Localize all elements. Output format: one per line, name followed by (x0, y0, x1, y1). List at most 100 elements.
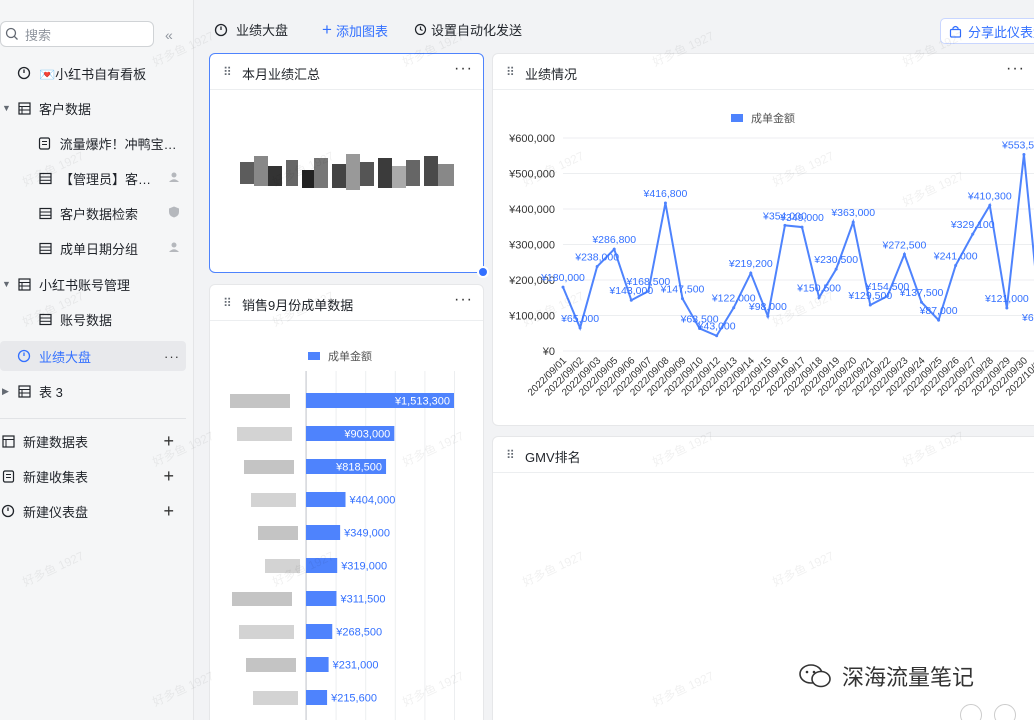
collapse-sidebar-icon[interactable]: « (165, 27, 173, 43)
data-point (578, 326, 582, 330)
blurred-category (265, 559, 300, 573)
table-icon (16, 383, 32, 399)
plus-icon[interactable]: + (163, 466, 174, 487)
card-title: 业绩情况 (525, 67, 578, 82)
y-tick-label: ¥400,000 (508, 204, 555, 216)
drag-handle-icon[interactable]: ⠿ (506, 448, 515, 462)
drag-handle-icon[interactable]: ⠿ (223, 296, 232, 310)
share-dashboard-button[interactable]: 分享此仪表盘 (940, 18, 1034, 44)
user-icon (168, 171, 180, 186)
auto-send-label: 设置自动化发送 (431, 23, 523, 38)
add-chart-button[interactable]: + 添加图表 (322, 20, 388, 40)
card-header: ⠿ 本月业绩汇总 ··· (210, 54, 483, 90)
new-table-button[interactable]: 新建数据表 + (0, 426, 186, 456)
sidebar-item-admin-customer[interactable]: 【管理员】客户… (0, 163, 186, 193)
sept-orders-card[interactable]: ⠿ 销售9月份成单数据 ··· 成单金额 ¥1,513,300 ¥903,000 ¥… (209, 284, 484, 720)
data-point (988, 203, 992, 207)
bar (306, 525, 341, 540)
floating-tools (960, 704, 1016, 720)
sept-bar-chart: ¥1,513,300 ¥903,000 ¥818,500 ¥404,000 ¥349,0… (230, 371, 455, 720)
y-tick-label: ¥300,000 (508, 240, 555, 252)
bar-value-label: ¥404,000 (349, 495, 396, 507)
sidebar-item-xhs-board[interactable]: 💌小红书自有看板 (0, 58, 186, 88)
sidebar-item-performance-board[interactable]: 业绩大盘 ··· (0, 341, 186, 371)
data-point (1022, 153, 1026, 157)
data-point (902, 252, 906, 256)
sidebar: 搜索 « 💌小红书自有看板 ▼ 客户数据 流量爆炸！冲鸭宝子们 【管理员】客户…… (0, 0, 194, 720)
dashboard-icon (214, 23, 228, 36)
data-label: ¥68,000 (1021, 312, 1034, 324)
help-icon[interactable] (994, 704, 1016, 720)
bar-value-label: ¥319,000 (340, 561, 387, 573)
bar (306, 591, 337, 606)
new-form-label: 新建收集表 (23, 469, 89, 485)
data-label: ¥98,000 (748, 301, 787, 313)
y-tick-label: ¥600,000 (508, 133, 555, 145)
collapsed-triangle-icon[interactable]: ▶ (2, 386, 12, 397)
blurred-category (239, 625, 294, 639)
data-label: ¥65,000 (560, 313, 599, 325)
expand-triangle-icon[interactable]: ▼ (2, 279, 12, 289)
legend-swatch (308, 352, 320, 360)
expand-triangle-icon[interactable]: ▼ (2, 103, 12, 113)
sidebar-item-customer-data[interactable]: ▼ 客户数据 (0, 93, 186, 123)
data-point (868, 303, 872, 307)
dashboard-icon (16, 348, 32, 364)
card-header: ⠿ 业绩情况 ··· (493, 54, 1034, 90)
plus-icon[interactable]: + (163, 501, 174, 522)
y-tick-label: ¥100,000 (508, 311, 555, 323)
dashboard-title: 业绩大盘 (214, 20, 288, 39)
blurred-category (246, 658, 296, 672)
bar (306, 657, 329, 672)
doc-tool-icon[interactable] (960, 704, 982, 720)
sidebar-item-customer-search[interactable]: 客户数据检索 (0, 198, 186, 228)
sidebar-item-order-date-group[interactable]: 成单日期分组 (0, 233, 186, 263)
sidebar-item-traffic-form[interactable]: 流量爆炸！冲鸭宝子们 (0, 128, 186, 158)
card-header: ⠿ 销售9月份成单数据 ··· (210, 285, 483, 321)
data-point (749, 271, 753, 275)
topbar: 业绩大盘 + 添加图表 设置自动化发送 分享此仪表盘 (194, 0, 1034, 56)
share-label: 分享此仪表盘 (968, 24, 1034, 40)
sidebar-item-xhs-accounts[interactable]: ▼ 小红书账号管理 (0, 269, 186, 299)
search-input[interactable]: 搜索 (0, 21, 154, 47)
blurred-category (244, 460, 294, 474)
more-icon[interactable]: ··· (454, 60, 473, 78)
data-point (971, 232, 975, 236)
data-label: ¥230,500 (813, 254, 858, 266)
blurred-category (232, 592, 292, 606)
more-icon[interactable]: ··· (454, 291, 473, 309)
performance-card[interactable]: ⠿ 业绩情况 ··· 成单金额 ¥0 ¥100,000 ¥200,000 ¥300,0… (492, 53, 1034, 426)
sidebar-item-table-3[interactable]: ▶ 表 3 (0, 376, 186, 406)
blurred-category (258, 526, 298, 540)
sidebar-item-account-data[interactable]: 账号数据 (0, 304, 186, 334)
shield-icon (168, 206, 180, 221)
sidebar-item-label: 客户数据检索 (60, 206, 139, 222)
data-point (937, 318, 941, 322)
data-point (817, 296, 821, 300)
clock-send-icon (414, 23, 427, 36)
new-dashboard-button[interactable]: 新建仪表盘 + (0, 496, 186, 526)
auto-send-button[interactable]: 设置自动化发送 (414, 20, 522, 39)
dashboard-title-text: 业绩大盘 (236, 23, 289, 38)
drag-handle-icon[interactable]: ⠿ (223, 65, 232, 79)
bar (306, 492, 346, 507)
more-icon[interactable]: ··· (1006, 60, 1025, 78)
performance-line-chart: ¥0¥100,000¥200,000¥300,000¥400,000¥500,0… (508, 133, 1034, 399)
plus-icon[interactable]: + (163, 431, 174, 452)
summary-card[interactable]: ⠿ 本月业绩汇总 ··· (209, 53, 484, 273)
data-point (732, 306, 736, 310)
dashboard-icon (16, 65, 32, 81)
more-icon[interactable]: ··· (164, 349, 180, 364)
resize-handle[interactable] (477, 266, 489, 278)
drag-handle-icon[interactable]: ⠿ (506, 65, 515, 79)
data-point (561, 285, 565, 289)
chart-legend: 成单金额 (308, 348, 372, 364)
legend-swatch (731, 114, 743, 122)
sidebar-item-label: 业绩大盘 (39, 349, 92, 365)
data-label: ¥150,500 (796, 283, 841, 295)
new-form-button[interactable]: 新建收集表 + (0, 461, 186, 491)
grid-icon (37, 240, 53, 256)
data-point (954, 263, 958, 267)
blurred-category (230, 394, 290, 408)
grid-icon (37, 205, 53, 221)
